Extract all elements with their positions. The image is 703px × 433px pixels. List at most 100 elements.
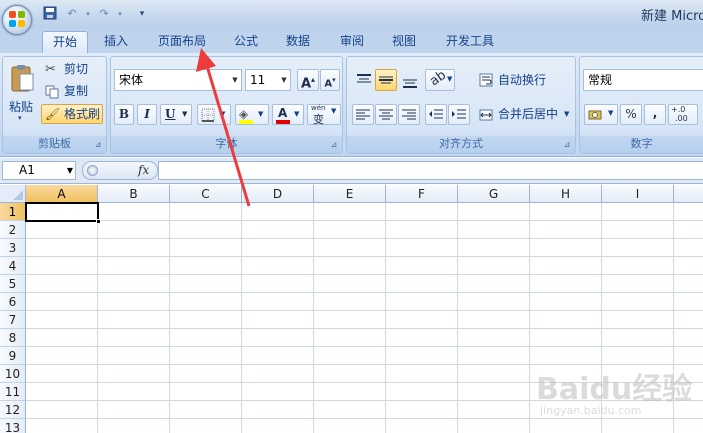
align-bottom-button[interactable] [398, 69, 420, 91]
save-icon[interactable] [42, 6, 58, 22]
accounting-format-button[interactable]: ▼ [584, 104, 618, 125]
fill-color-button[interactable]: ◈ ▼ [235, 104, 269, 125]
underline-button[interactable]: U ▼ [160, 104, 192, 125]
grow-font-button[interactable]: A▴ [297, 69, 319, 91]
expand-toggle-icon[interactable] [87, 165, 98, 176]
align-bottom-icon [403, 79, 417, 88]
row-header[interactable]: 12 [0, 401, 26, 419]
column-header[interactable]: E [314, 185, 386, 203]
copy-button[interactable]: 复制 [41, 82, 101, 101]
font-color-button[interactable]: A ▼ [272, 104, 304, 125]
office-button[interactable] [0, 0, 34, 40]
increase-indent-button[interactable] [448, 104, 470, 125]
format-painter-button[interactable]: 🖌 格式刷 [41, 104, 103, 124]
align-left-button[interactable] [352, 104, 374, 125]
column-header[interactable]: D [242, 185, 314, 203]
increase-decimal-button[interactable]: +.0 .00 [668, 104, 698, 125]
orientation-button[interactable]: ab ▼ [425, 67, 455, 91]
font-name-value: 宋体 [119, 73, 144, 87]
tab-data[interactable]: 数据 [278, 31, 318, 53]
copy-label: 复制 [64, 84, 89, 98]
baidu-watermark: Baidu经验 jingyan.baidu.com [536, 360, 696, 428]
borders-button[interactable]: ▼ [197, 104, 231, 125]
alignment-group: ab ▼ 自动换行 合并后居中 ▼ 对齐方式 ⊿ [346, 56, 576, 154]
select-all-button[interactable] [0, 185, 26, 203]
column-header[interactable]: G [458, 185, 530, 203]
wrap-text-button[interactable]: 自动换行 [475, 69, 571, 91]
font-color-bar [276, 120, 290, 124]
chevron-down-icon: ▼ [232, 76, 238, 84]
redo-dropdown-icon[interactable]: ▾ [112, 6, 128, 22]
formula-input[interactable] [158, 161, 703, 180]
watermark-logo: Baidu经验 [536, 372, 693, 407]
percent-style-button[interactable]: % [620, 104, 642, 125]
align-right-button[interactable] [398, 104, 420, 125]
column-header[interactable]: B [98, 185, 170, 203]
font-size-select[interactable]: 11 ▼ [245, 69, 291, 91]
column-header-partial[interactable] [674, 185, 703, 203]
row-header[interactable]: 6 [0, 293, 26, 311]
quick-access-toolbar: ↶ ▾ ↷ ▾ ▾ [38, 4, 158, 24]
name-box[interactable]: A1 ▼ [2, 161, 76, 180]
italic-button[interactable]: I [137, 104, 157, 125]
merge-cells-icon [479, 108, 493, 128]
paste-label: 粘贴 [9, 100, 34, 114]
wrap-text-label: 自动换行 [498, 73, 547, 87]
column-header[interactable]: C [170, 185, 242, 203]
row-header[interactable]: 1 [0, 203, 26, 221]
row-header[interactable]: 10 [0, 365, 26, 383]
tab-page-layout[interactable]: 页面布局 [150, 31, 214, 53]
scissors-icon: ✂ [45, 62, 56, 77]
row-header[interactable]: 2 [0, 221, 26, 239]
shrink-font-glyph: A [324, 78, 333, 90]
insert-function-icon[interactable]: fx [138, 163, 149, 177]
number-format-select[interactable]: 常规 [583, 69, 703, 91]
tab-review[interactable]: 审阅 [332, 31, 372, 53]
row-header[interactable]: 7 [0, 311, 26, 329]
decrease-indent-button[interactable] [425, 104, 447, 125]
shrink-font-button[interactable]: A▾ [320, 69, 340, 91]
cut-button[interactable]: ✂ 剪切 [41, 60, 101, 79]
phonetic-button[interactable]: wén 变 ▼ [307, 104, 341, 126]
fill-handle[interactable] [96, 219, 101, 224]
row-header[interactable]: 4 [0, 257, 26, 275]
customize-qat-icon[interactable]: ▾ [134, 6, 150, 22]
merge-center-button[interactable]: 合并后居中 ▼ [475, 104, 573, 125]
column-header[interactable]: I [602, 185, 674, 203]
row-header[interactable]: 8 [0, 329, 26, 347]
bold-button[interactable]: B [114, 104, 134, 125]
clipboard-launcher-icon[interactable]: ⊿ [93, 140, 103, 150]
align-center-button[interactable] [375, 104, 397, 125]
tab-insert[interactable]: 插入 [96, 31, 136, 53]
align-top-button[interactable] [352, 69, 374, 91]
row-header[interactable]: 9 [0, 347, 26, 365]
active-cell-a1[interactable] [25, 202, 99, 222]
chevron-down-icon: ▼ [331, 107, 337, 115]
row-header[interactable]: 3 [0, 239, 26, 257]
clipboard-group: 粘贴 ▾ ✂ 剪切 复制 🖌 格式刷 剪贴板 ⊿ [2, 56, 107, 154]
column-header[interactable]: F [386, 185, 458, 203]
tab-view[interactable]: 视图 [384, 31, 424, 53]
row-header[interactable]: 11 [0, 383, 26, 401]
paste-button[interactable]: 粘贴 ▾ [5, 59, 37, 129]
column-header[interactable]: H [530, 185, 602, 203]
row-header[interactable]: 5 [0, 275, 26, 293]
font-name-select[interactable]: 宋体 ▼ [114, 69, 242, 91]
text-orientation-icon: ab [427, 67, 450, 90]
copy-icon [45, 85, 59, 104]
align-middle-button[interactable] [375, 69, 397, 91]
column-header[interactable]: A [26, 185, 98, 203]
chevron-down-icon: ▼ [66, 166, 73, 175]
font-launcher-icon[interactable]: ⊿ [329, 140, 339, 150]
tab-developer[interactable]: 开发工具 [438, 31, 502, 53]
undo-icon[interactable]: ↶ [64, 6, 80, 22]
redo-icon[interactable]: ↷ [96, 6, 112, 22]
undo-dropdown-icon[interactable]: ▾ [80, 6, 96, 22]
align-right-icon [402, 109, 416, 120]
tab-home[interactable]: 开始 [42, 31, 88, 53]
alignment-launcher-icon[interactable]: ⊿ [562, 140, 572, 150]
title-bar: ↶ ▾ ↷ ▾ ▾ 新建 Micro [0, 0, 703, 28]
tab-formulas[interactable]: 公式 [226, 31, 266, 53]
comma-style-button[interactable]: , [644, 104, 666, 125]
row-header[interactable]: 13 [0, 419, 26, 433]
